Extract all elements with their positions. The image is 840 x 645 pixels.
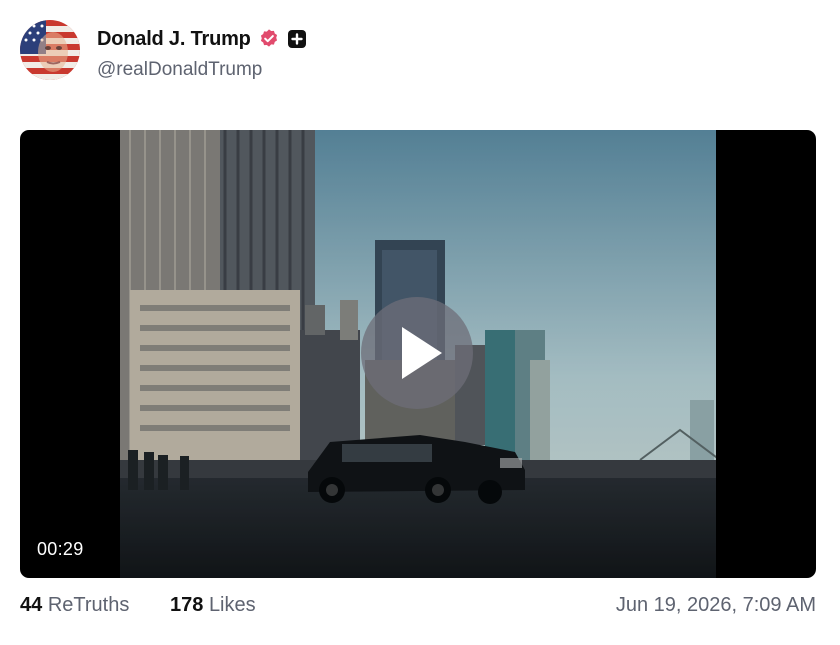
author-display-name[interactable]: Donald J. Trump (97, 28, 251, 51)
likes-stat[interactable]: 178 Likes (170, 594, 256, 617)
play-icon (402, 327, 442, 379)
retruths-label: ReTruths (47, 594, 130, 616)
plus-badge-icon (287, 29, 307, 49)
post-header: Donald J. Trump @realDonaldTrump (20, 20, 820, 82)
retruths-stat[interactable]: 44 ReTruths (20, 594, 129, 617)
retruths-count: 44 (20, 594, 43, 616)
author-name-row: Donald J. Trump (97, 26, 307, 52)
author-handle[interactable]: @realDonaldTrump (97, 59, 262, 81)
verified-badge-icon (258, 28, 280, 50)
video-player[interactable]: 00:29 (20, 130, 816, 578)
likes-label: Likes (208, 594, 256, 616)
post-footer: 44 ReTruths 178 Likes Jun 19, 2026, 7:09… (20, 594, 816, 620)
play-button[interactable] (361, 297, 473, 409)
avatar[interactable] (20, 20, 80, 80)
post-timestamp[interactable]: Jun 19, 2026, 7:09 AM (616, 594, 816, 617)
video-duration: 00:29 (37, 539, 84, 559)
avatar-image (20, 20, 80, 80)
likes-count: 178 (170, 594, 204, 616)
